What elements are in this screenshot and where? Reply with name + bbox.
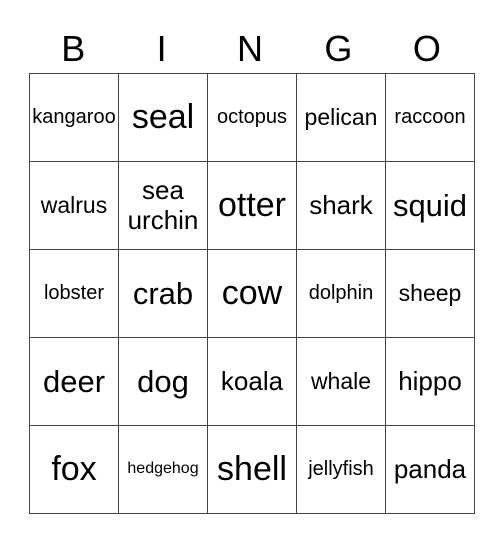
- bingo-cell[interactable]: otter: [207, 161, 297, 250]
- grid-row: deer dog koala whale hippo: [29, 337, 475, 426]
- bingo-cell[interactable]: raccoon: [385, 73, 475, 162]
- bingo-cell[interactable]: whale: [296, 337, 386, 426]
- bingo-cell[interactable]: kangaroo: [29, 73, 119, 162]
- grid-row: walrus sea urchin otter shark squid: [29, 161, 475, 250]
- bingo-cell[interactable]: pelican: [296, 73, 386, 162]
- bingo-cell[interactable]: seal: [118, 73, 208, 162]
- bingo-cell[interactable]: hippo: [385, 337, 475, 426]
- bingo-cell[interactable]: hedgehog: [118, 425, 208, 514]
- header-letter-g: G: [324, 28, 353, 69]
- bingo-cell[interactable]: panda: [385, 425, 475, 514]
- bingo-header: B I N G O: [29, 24, 471, 74]
- header-letter-i: I: [156, 28, 167, 69]
- bingo-cell[interactable]: squid: [385, 161, 475, 250]
- bingo-cell[interactable]: crab: [118, 249, 208, 338]
- bingo-cell[interactable]: fox: [29, 425, 119, 514]
- header-letter-n: N: [237, 28, 264, 69]
- header-letter-o: O: [412, 28, 441, 69]
- bingo-cell[interactable]: shell: [207, 425, 297, 514]
- grid-row: kangaroo seal octopus pelican raccoon: [29, 73, 475, 162]
- bingo-cell[interactable]: octopus: [207, 73, 297, 162]
- bingo-cell[interactable]: deer: [29, 337, 119, 426]
- bingo-cell[interactable]: walrus: [29, 161, 119, 250]
- header-letter-b: B: [61, 28, 86, 69]
- bingo-cell[interactable]: dolphin: [296, 249, 386, 338]
- grid-row: fox hedgehog shell jellyfish panda: [29, 425, 475, 514]
- bingo-cell[interactable]: lobster: [29, 249, 119, 338]
- bingo-cell[interactable]: sheep: [385, 249, 475, 338]
- bingo-cell[interactable]: dog: [118, 337, 208, 426]
- bingo-cell[interactable]: sea urchin: [118, 161, 208, 250]
- bingo-cell[interactable]: jellyfish: [296, 425, 386, 514]
- bingo-cell[interactable]: shark: [296, 161, 386, 250]
- bingo-cell[interactable]: koala: [207, 337, 297, 426]
- grid-row: lobster crab cow dolphin sheep: [29, 249, 475, 338]
- bingo-grid: kangaroo seal octopus pelican raccoon wa…: [29, 73, 475, 514]
- bingo-cell[interactable]: cow: [207, 249, 297, 338]
